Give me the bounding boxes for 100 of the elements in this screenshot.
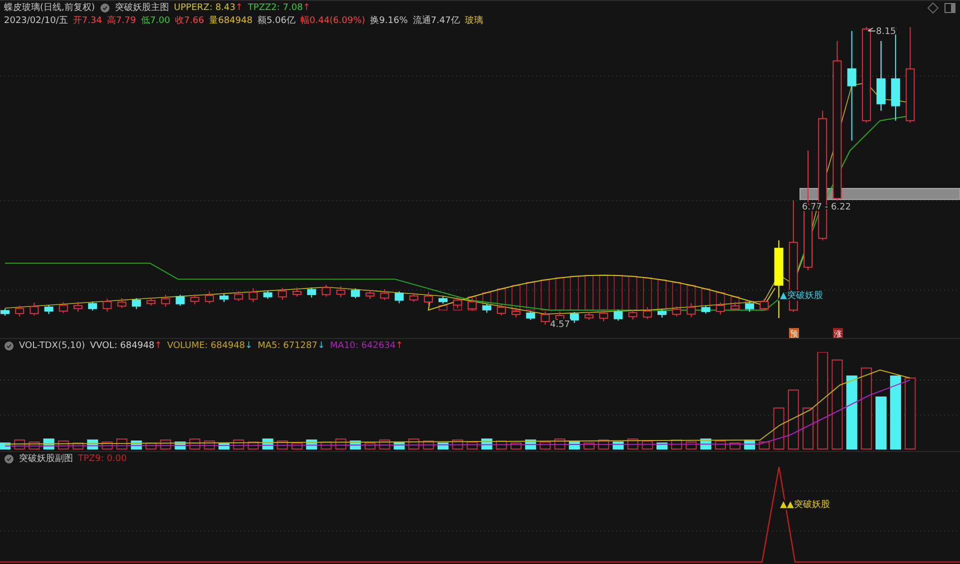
candlestick bbox=[570, 311, 579, 324]
band-bar bbox=[658, 279, 666, 311]
candlestick bbox=[350, 288, 360, 299]
candlestick bbox=[453, 296, 462, 309]
candlestick bbox=[526, 310, 536, 320]
candlestick bbox=[658, 308, 666, 318]
candlestick bbox=[102, 298, 112, 312]
candlestick bbox=[234, 290, 244, 302]
candlestick bbox=[540, 311, 550, 326]
low-price-label: 4.57 bbox=[550, 320, 570, 330]
candlestick bbox=[322, 284, 331, 298]
quote-field: 换9.16% bbox=[370, 14, 408, 26]
stock-title: 蝶皮玻璃(日线,前复权) bbox=[4, 2, 95, 14]
indicator-value: TPZ9: 0.00 bbox=[78, 452, 127, 464]
candlestick bbox=[220, 294, 228, 303]
candlestick bbox=[307, 287, 316, 298]
candlestick bbox=[146, 297, 156, 306]
candlestick bbox=[394, 290, 404, 304]
candlestick bbox=[409, 292, 418, 302]
indicator-value: UPPERZ: 8.43↑ bbox=[174, 2, 243, 14]
quote-field: 额5.06亿 bbox=[257, 14, 296, 26]
candlestick bbox=[248, 288, 258, 303]
candlestick bbox=[642, 306, 652, 320]
quote-field: 低7.00 bbox=[141, 14, 170, 26]
candlestick bbox=[366, 290, 374, 300]
volume-bar bbox=[876, 396, 886, 450]
candlestick bbox=[132, 298, 141, 310]
band-bar bbox=[584, 275, 594, 311]
indicator-settings-icon[interactable] bbox=[4, 340, 14, 350]
quote-field: 量684948 bbox=[209, 14, 252, 26]
band-bar bbox=[614, 275, 623, 311]
indicator-name: VOL-TDX(5,10) bbox=[19, 340, 86, 352]
quote-date: 2023/02/10/五 bbox=[4, 14, 68, 26]
candlestick bbox=[716, 302, 725, 315]
candlestick bbox=[292, 287, 302, 297]
candlestick bbox=[15, 305, 24, 318]
candlestick bbox=[30, 302, 39, 316]
candlestick bbox=[278, 287, 287, 300]
indicator-settings-icon[interactable] bbox=[100, 2, 110, 12]
candlestick bbox=[0, 308, 10, 316]
candlestick bbox=[628, 309, 638, 320]
candlestick bbox=[876, 40, 886, 112]
quote-field: 高7.79 bbox=[106, 14, 136, 26]
candlestick bbox=[380, 288, 390, 301]
candlestick bbox=[88, 301, 98, 312]
band-bar bbox=[540, 279, 550, 311]
indicator-name: 突破妖股副图 bbox=[19, 452, 73, 464]
candlestick bbox=[614, 309, 623, 322]
candlestick bbox=[44, 304, 54, 315]
candlestick bbox=[438, 296, 448, 304]
quote-field: 流通7.47亿 bbox=[412, 14, 460, 26]
panel-toggle-icon[interactable] bbox=[944, 2, 956, 14]
candlestick bbox=[512, 306, 520, 318]
candlestick bbox=[730, 301, 740, 312]
volume-bar bbox=[788, 390, 799, 450]
candlestick bbox=[190, 294, 200, 305]
volume-bar bbox=[904, 378, 916, 450]
candlestick bbox=[424, 292, 433, 306]
indicator-value: MA10: 642634↑ bbox=[330, 340, 404, 352]
candlestick bbox=[686, 302, 696, 318]
diamond-icon[interactable] bbox=[927, 2, 939, 14]
candlestick bbox=[482, 303, 492, 314]
band-bar bbox=[672, 282, 682, 311]
quote-field: 幅0.44(6.09%) bbox=[300, 14, 366, 26]
band-bar bbox=[642, 277, 652, 311]
quote-field: 开7.34 bbox=[72, 14, 102, 26]
candlestick bbox=[672, 306, 682, 317]
candlestick bbox=[599, 308, 608, 322]
volume-bar bbox=[773, 408, 784, 450]
band-bar bbox=[570, 276, 579, 311]
candlestick bbox=[584, 311, 594, 320]
indicator-settings-icon[interactable] bbox=[4, 454, 14, 464]
quote-field: 玻璃 bbox=[464, 14, 483, 26]
volume-bar bbox=[802, 408, 814, 450]
candlestick bbox=[263, 290, 272, 300]
candlestick bbox=[74, 301, 82, 312]
candlestick bbox=[58, 302, 68, 314]
volume-bar bbox=[714, 440, 726, 450]
indicator-value: TPZZ2: 7.08↑ bbox=[248, 2, 310, 14]
indicator-name: 突破妖股主图 bbox=[114, 2, 169, 14]
candlestick bbox=[336, 286, 346, 298]
band-bar bbox=[628, 276, 638, 311]
band-bar bbox=[526, 282, 536, 311]
leader-line bbox=[868, 28, 876, 32]
indicator-value: VVOL: 684948↑ bbox=[90, 340, 162, 352]
candlestick bbox=[555, 311, 564, 322]
quote-field: 收7.66 bbox=[175, 14, 204, 26]
band-bar bbox=[438, 305, 448, 311]
volume-bar bbox=[642, 440, 653, 450]
candlestick bbox=[117, 298, 126, 309]
indicator-value: MA5: 671287↓ bbox=[258, 340, 326, 352]
candlestick bbox=[760, 298, 769, 312]
candlestick bbox=[701, 305, 710, 314]
volume-bar bbox=[758, 442, 770, 450]
band-bar bbox=[555, 277, 564, 311]
candlestick bbox=[161, 294, 170, 308]
candlestick bbox=[204, 290, 214, 304]
band-bar bbox=[512, 284, 520, 311]
indicator-value: VOLUME: 684948↓ bbox=[167, 340, 253, 352]
candlestick bbox=[176, 294, 185, 306]
